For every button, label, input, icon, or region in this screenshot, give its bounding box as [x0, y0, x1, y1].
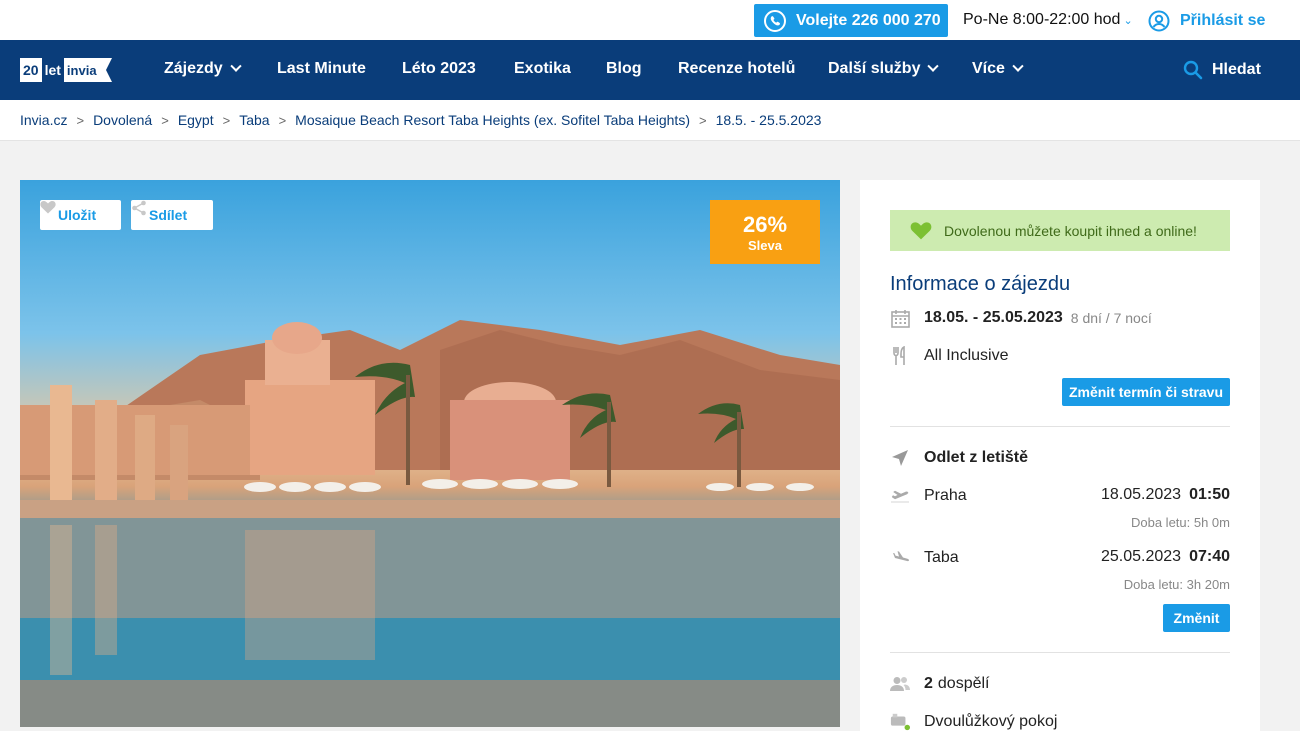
logo-number: 20: [20, 58, 42, 82]
chevron-down-icon: [927, 60, 940, 72]
logo-flag-icon: [99, 58, 112, 82]
outbound-duration: Doba letu: 5h 0m: [1130, 515, 1230, 530]
nav-item-recenze-hotelu[interactable]: Recenze hotelů: [678, 60, 795, 78]
divider: [890, 426, 1230, 427]
breadcrumb-item[interactable]: Mosaique Beach Resort Taba Heights (ex. …: [295, 112, 690, 128]
change-flight-button[interactable]: Změnit: [1163, 604, 1230, 632]
inbound-date: 25.05.2023: [1101, 548, 1182, 565]
panel-title: Informace o zájezdu: [890, 273, 1071, 295]
discount-label: Sleva: [748, 238, 782, 253]
breadcrumb-item[interactable]: Taba: [239, 112, 269, 128]
outbound-time: 01:50: [1189, 486, 1230, 503]
nav-item-last-minute[interactable]: Last Minute: [277, 60, 366, 78]
main-nav: 20 let invia Zájezdy Last Minute Léto 20…: [0, 40, 1300, 100]
nav-item-dalsi-sluzby[interactable]: Další služby: [828, 60, 940, 78]
logo[interactable]: 20 let invia: [20, 57, 118, 83]
trip-length: 8 dní / 7 nocí: [1070, 310, 1152, 326]
nav-label: Last Minute: [277, 60, 366, 77]
save-label: Uložit: [58, 207, 97, 223]
breadcrumb-current: 18.5. - 25.5.2023: [715, 112, 822, 128]
bed-icon: [890, 712, 910, 731]
nav-item-vice[interactable]: Více: [972, 60, 1024, 78]
login-label: Přihlásit se: [1180, 12, 1266, 29]
nav-label: Další služby: [828, 60, 921, 77]
search-label: Hledat: [1212, 61, 1261, 78]
breadcrumb-item[interactable]: Invia.cz: [20, 112, 67, 128]
outbound-flight: Praha: [890, 486, 967, 506]
nav-label: Léto 2023: [402, 60, 476, 77]
call-button[interactable]: Volejte 226 000 270: [754, 4, 948, 37]
board-value: All Inclusive: [924, 347, 1009, 364]
location-arrow-icon: [890, 448, 910, 468]
inbound-duration: Doba letu: 3h 20m: [1123, 577, 1230, 592]
share-button[interactable]: Sdílet: [131, 200, 213, 230]
outbound-datetime: 18.05.2023 01:50: [1101, 486, 1230, 504]
search-icon: [1183, 60, 1203, 80]
room-type: Dvoulůžkový pokoj: [890, 712, 1057, 731]
nav-label: Více: [972, 60, 1005, 77]
call-label: Volejte 226 000 270: [796, 11, 941, 29]
departure-heading: Odlet z letiště: [890, 448, 1028, 468]
hours-text: Po-Ne 8:00-22:00 hod: [963, 11, 1121, 28]
nav-label: Exotika: [514, 60, 571, 77]
hotel-photo[interactable]: Uložit Sdílet 26% Sleva: [20, 180, 840, 727]
breadcrumb-item[interactable]: Egypt: [178, 112, 214, 128]
discount-percent: 26%: [742, 212, 788, 237]
inbound-flight: Taba: [890, 548, 959, 568]
chevron-down-icon: [1012, 60, 1024, 72]
nav-item-zajezdy[interactable]: Zájezdy: [164, 60, 242, 78]
inbound-time: 07:40: [1189, 548, 1230, 565]
change-term-button[interactable]: Změnit termín či stravu: [1062, 378, 1230, 406]
outbound-city: Praha: [924, 487, 967, 504]
share-label: Sdílet: [149, 207, 188, 223]
divider: [890, 652, 1230, 653]
chevron-right-icon: >: [278, 112, 287, 128]
nav-label: Recenze hotelů: [678, 60, 796, 77]
banner-text: Dovolenou můžete koupit ihned a online!: [944, 222, 1197, 239]
logo-brand: invia: [63, 58, 100, 82]
board-type: All Inclusive: [890, 346, 1008, 366]
adults-label: dospělí: [937, 675, 990, 692]
chevron-right-icon: >: [76, 112, 85, 128]
chevron-right-icon: >: [698, 112, 707, 128]
room-value: Dvoulůžkový pokoj: [924, 713, 1058, 730]
login-link[interactable]: Přihlásit se: [1148, 10, 1265, 32]
trip-info-panel: Dovolenou můžete koupit ihned a online! …: [860, 180, 1260, 731]
heart-icon: [910, 222, 932, 240]
search-button[interactable]: Hledat: [1183, 60, 1261, 80]
travelers: 2 dospělí: [890, 674, 990, 694]
cutlery-icon: [890, 346, 910, 366]
outbound-date: 18.05.2023: [1101, 486, 1182, 503]
nav-item-blog[interactable]: Blog: [606, 60, 642, 78]
calendar-icon: [890, 308, 910, 328]
chevron-right-icon: >: [222, 112, 231, 128]
top-bar: Volejte 226 000 270 Po-Ne 8:00-22:00 hod…: [0, 0, 1300, 40]
nav-label: Zájezdy: [164, 60, 223, 77]
users-icon: [890, 674, 910, 694]
nav-item-exotika[interactable]: Exotika: [514, 60, 571, 78]
plane-landing-icon: [890, 548, 910, 568]
discount-badge: 26% Sleva: [710, 200, 820, 264]
chevron-down-icon: [230, 60, 242, 72]
hours-dropdown[interactable]: Po-Ne 8:00-22:00 hod ⌄: [963, 11, 1133, 29]
phone-icon: [764, 9, 786, 32]
departure-label: Odlet z letiště: [924, 449, 1029, 466]
inbound-datetime: 25.05.2023 07:40: [1101, 548, 1230, 566]
nav-item-leto-2023[interactable]: Léto 2023: [402, 60, 476, 78]
breadcrumb: Invia.cz > Dovolená > Egypt > Taba > Mosaiqu…: [0, 100, 1300, 141]
user-icon: [1148, 10, 1170, 32]
plane-takeoff-icon: [890, 486, 910, 506]
save-button[interactable]: Uložit: [40, 200, 121, 230]
chevron-down-icon: ⌄: [1123, 14, 1133, 27]
inbound-city: Taba: [924, 549, 959, 566]
dates-value: 18.05. - 25.05.2023: [924, 309, 1063, 326]
nav-label: Blog: [606, 60, 642, 77]
trip-dates: 18.05. - 25.05.2023 8 dní / 7 nocí: [890, 308, 1152, 328]
logo-let: let: [44, 62, 61, 78]
chevron-right-icon: >: [161, 112, 169, 128]
breadcrumb-item[interactable]: Dovolená: [93, 112, 152, 128]
adults-count: 2: [924, 675, 933, 692]
buy-online-banner: Dovolenou můžete koupit ihned a online!: [890, 210, 1230, 251]
